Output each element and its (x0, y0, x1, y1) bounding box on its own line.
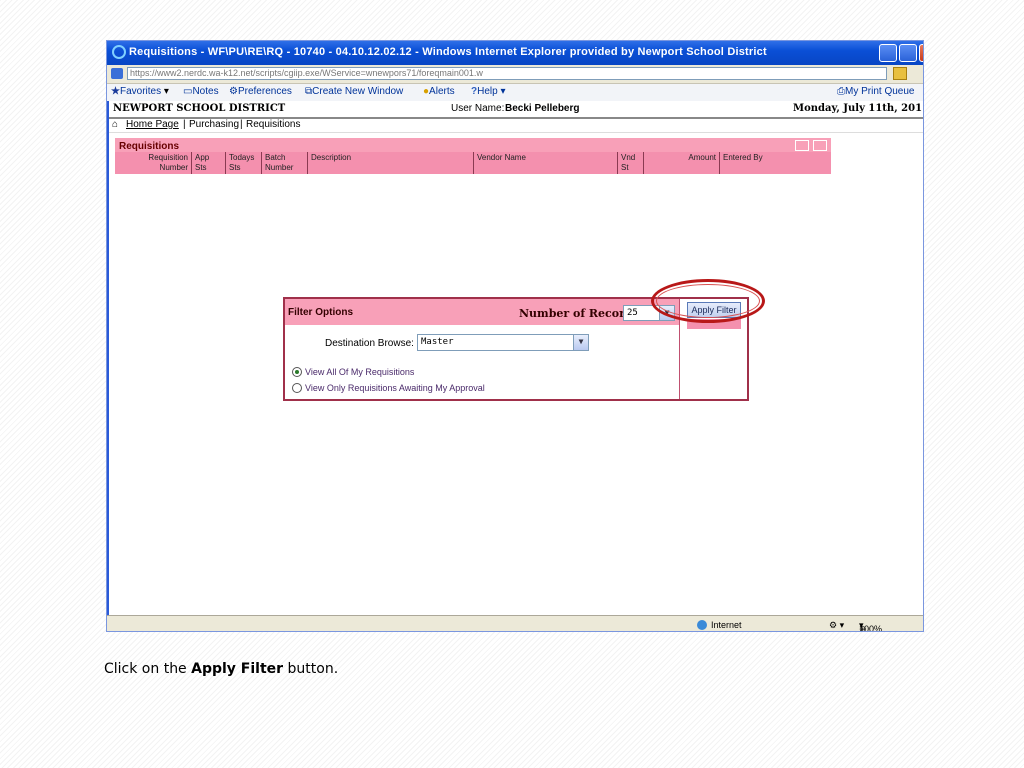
caption-bold: Apply Filter (191, 661, 284, 677)
create-new-window-label: Create New Window (312, 86, 404, 97)
create-new-window-link[interactable]: ⧉Create New Window (305, 86, 403, 97)
home-icon: ⌂ (112, 119, 119, 130)
favorites-button[interactable]: ★Favorites ▾ (111, 86, 169, 97)
col-line2: Number (159, 163, 188, 172)
title-bar: Requisitions - WF\PU\RE\RQ - 10740 - 04.… (107, 41, 923, 65)
instruction-caption: Click on the Apply Filter button. (104, 661, 338, 677)
notes-label: Notes (192, 86, 219, 97)
zoom-level[interactable]: ⊕ 100% ▾ (859, 620, 882, 631)
col-todays-sts[interactable]: Todays Sts (225, 152, 261, 174)
col-line1: Todays (229, 153, 255, 162)
col-app-sts[interactable]: App Sts (191, 152, 225, 174)
col-line1: Batch (265, 153, 286, 162)
col-line2: Vendor Name (477, 153, 526, 162)
col-line2: St (621, 163, 629, 172)
highlight-ring-inner (656, 284, 760, 318)
col-line1: Requisition (148, 153, 188, 162)
url-text: https://www2.nerdc.wa-k12.net/scripts/cg… (130, 68, 483, 78)
col-line2: Amount (688, 153, 716, 162)
breadcrumb: ⌂ Home Page | Purchasing | Requisitions (107, 118, 923, 133)
col-line1: Vnd (621, 153, 636, 162)
grid-icon[interactable] (795, 140, 809, 151)
col-line2: Sts (195, 163, 207, 172)
breadcrumb-home[interactable]: Home Page (126, 119, 179, 130)
zone-settings-icon[interactable]: ⚙ ▾ (829, 620, 844, 631)
user-name-label: User Name: (451, 103, 505, 114)
maximize-button[interactable] (899, 44, 917, 62)
col-line1: App (195, 153, 210, 162)
number-of-records-value: 25 (627, 308, 638, 318)
radio-view-awaiting-approval[interactable] (292, 383, 302, 393)
favorites-label: Favorites (119, 86, 162, 97)
print-queue-label: My Print Queue (845, 86, 915, 97)
col-line2: Entered By (723, 153, 763, 162)
window-title: Requisitions - WF\PU\RE\RQ - 10740 - 04.… (129, 46, 767, 58)
destination-browse-select[interactable]: Master ▼ (417, 334, 589, 351)
requisitions-title: Requisitions (119, 141, 180, 152)
col-batch-number[interactable]: Batch Number (261, 152, 307, 174)
preferences-link[interactable]: ⚙Preferences (229, 86, 292, 97)
col-line2: Sts (229, 163, 241, 172)
radio-view-awaiting-approval-label[interactable]: View Only Requisitions Awaiting My Appro… (305, 383, 485, 393)
help-link[interactable]: ?Help ▾ (471, 86, 506, 97)
chevron-down-icon[interactable]: ▼ (573, 335, 588, 350)
print-icon[interactable] (813, 140, 827, 151)
col-amount[interactable]: Amount (643, 152, 719, 174)
breadcrumb-requisitions[interactable]: Requisitions (246, 119, 300, 130)
district-bar: NEWPORT SCHOOL DISTRICT User Name: Becki… (107, 101, 924, 119)
filter-title: Filter Options (288, 307, 353, 318)
close-button[interactable] (919, 44, 923, 62)
globe-icon (697, 620, 707, 630)
lock-icon (893, 67, 907, 80)
alerts-link[interactable]: ●Alerts (423, 86, 455, 97)
col-line2: Description (311, 153, 352, 162)
user-name: Becki Pelleberg (505, 103, 580, 114)
help-label: Help (477, 86, 498, 97)
url-field[interactable]: https://www2.nerdc.wa-k12.net/scripts/cg… (127, 67, 887, 80)
current-date: Monday, July 11th, 2011 (793, 103, 924, 114)
command-bar: ★Favorites ▾ ▭Notes ⚙Preferences ⧉Create… (107, 84, 923, 102)
ie-logo-icon (112, 45, 126, 59)
alerts-label: Alerts (429, 86, 455, 97)
radio-view-all-label[interactable]: View All Of My Requisitions (305, 367, 414, 377)
col-requisition-number[interactable]: Requisition Number (115, 152, 191, 174)
district-name: NEWPORT SCHOOL DISTRICT (113, 103, 286, 114)
minimize-button[interactable] (879, 44, 897, 62)
caption-suffix: button. (283, 661, 339, 677)
requisitions-panel: Requisitions Requisition Number App Sts To… (115, 138, 831, 174)
address-bar: https://www2.nerdc.wa-k12.net/scripts/cg… (107, 65, 923, 84)
breadcrumb-sep: | (240, 119, 243, 130)
radio-view-all[interactable] (292, 367, 302, 377)
star-icon: ★ (111, 86, 120, 97)
destination-browse-value: Master (421, 337, 454, 347)
col-vnd-st[interactable]: Vnd St (617, 152, 643, 174)
col-entered-by[interactable]: Entered By (719, 152, 831, 174)
left-edge-bar (107, 101, 109, 615)
browser-window: Requisitions - WF\PU\RE\RQ - 10740 - 04.… (106, 40, 924, 632)
page-icon (111, 68, 123, 79)
preferences-label: Preferences (237, 86, 292, 97)
col-line2: Number (265, 163, 294, 172)
breadcrumb-sep: | (183, 119, 186, 130)
col-description[interactable]: Description (307, 152, 473, 174)
notes-link[interactable]: ▭Notes (183, 86, 219, 97)
status-bar: Internet ⚙ ▾ ⊕ 100% ▾ (107, 615, 923, 631)
caption-prefix: Click on the (104, 661, 192, 677)
destination-browse-label: Destination Browse: (325, 338, 414, 349)
security-zone: Internet (711, 620, 742, 630)
breadcrumb-purchasing[interactable]: Purchasing (189, 119, 239, 130)
table-header: Requisition Number App Sts Todays Sts Batch… (115, 152, 831, 174)
col-vendor-name[interactable]: Vendor Name (473, 152, 617, 174)
print-queue-link[interactable]: ⎙My Print Queue (837, 86, 914, 97)
zoom-value: 100% (859, 624, 883, 632)
